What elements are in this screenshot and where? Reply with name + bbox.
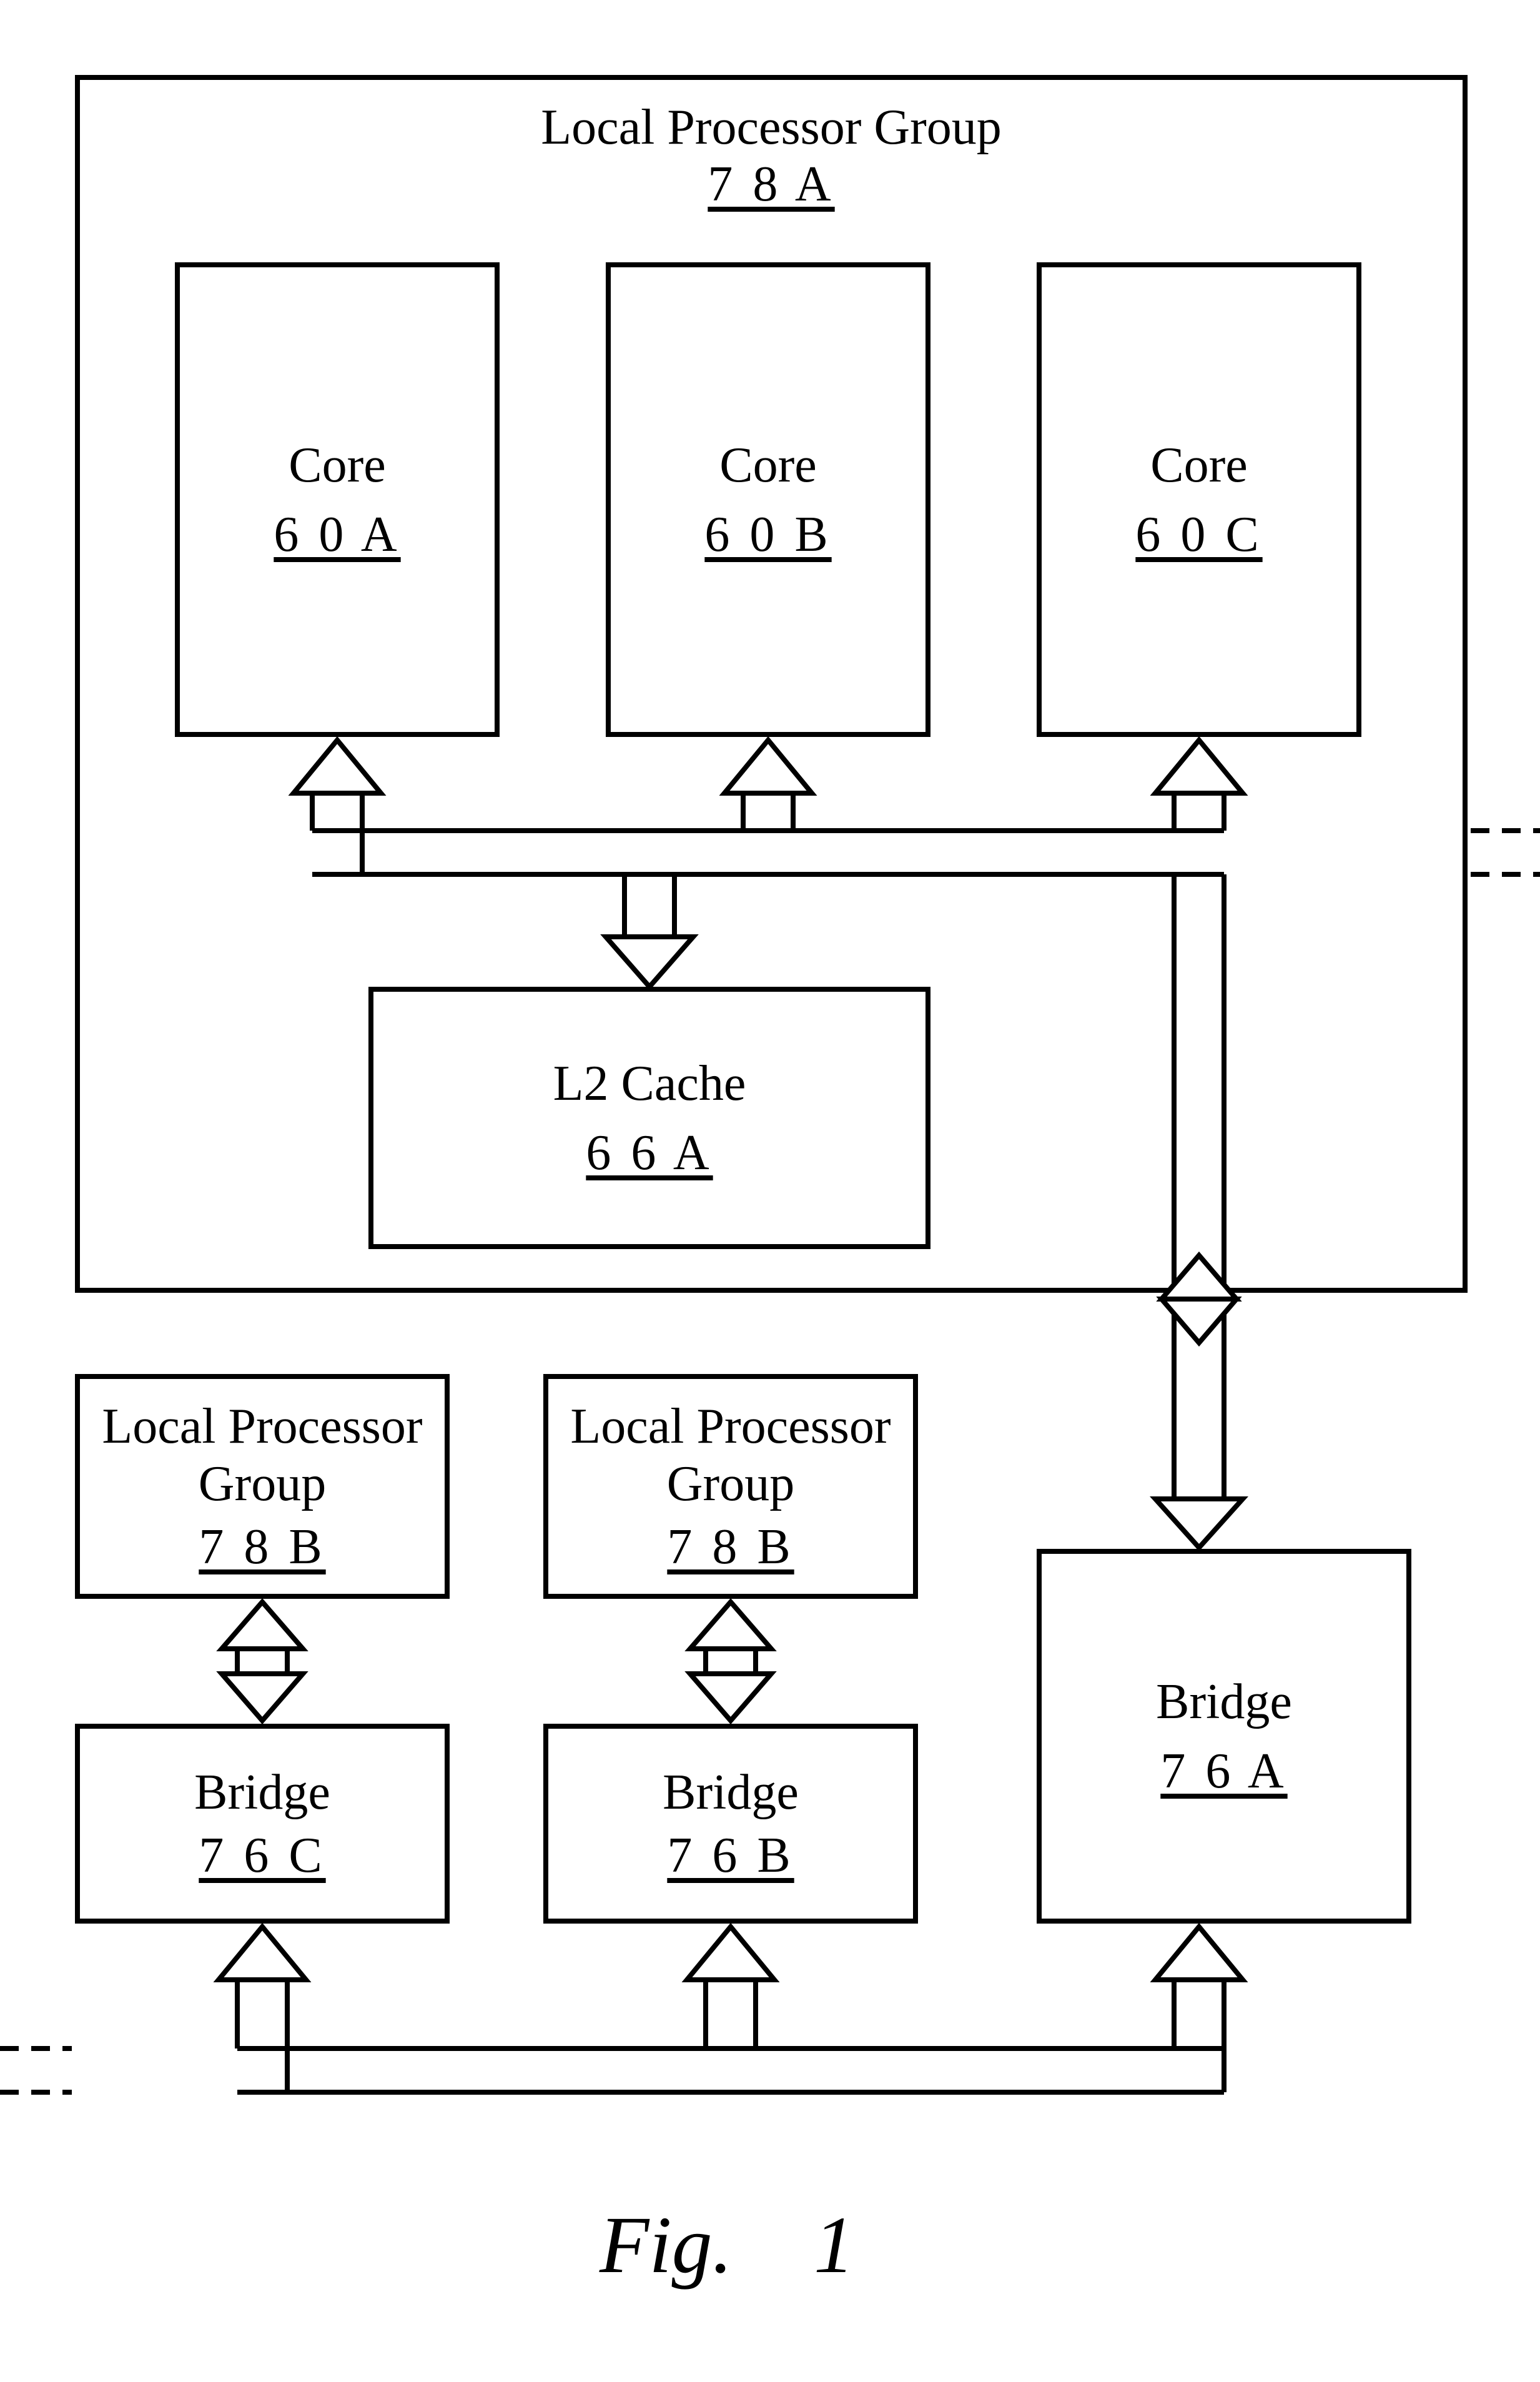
bridge-76c-title: Bridge — [194, 1764, 330, 1821]
group-78a-ref: 7 8 A — [80, 156, 1463, 213]
group-78b-left-ref: 7 8 B — [199, 1519, 325, 1576]
group-78b-mid: Local Processor Group 7 8 B — [543, 1374, 918, 1599]
figure-caption: Fig. 1 — [600, 2198, 854, 2292]
group-78a-title: Local Processor Group — [80, 99, 1463, 156]
bridge-76c: Bridge 7 6 C — [75, 1724, 450, 1924]
l2-cache: L2 Cache 6 6 A — [368, 987, 930, 1249]
group-78b-mid-title1: Local Processor — [570, 1398, 891, 1455]
group-78b-mid-title2: Group — [667, 1455, 794, 1513]
bridge-76b-ref: 7 6 B — [667, 1827, 794, 1884]
l2-cache-ref: 6 6 A — [586, 1125, 713, 1182]
core-60c-ref: 6 0 C — [1135, 507, 1262, 563]
bridge-76a-ref: 7 6 A — [1160, 1743, 1287, 1800]
bridge-76a-title: Bridge — [1156, 1673, 1292, 1731]
figure-number: 1 — [814, 2200, 854, 2290]
core-60b: Core 6 0 B — [606, 262, 930, 737]
core-60a: Core 6 0 A — [175, 262, 500, 737]
group-78b-left-title2: Group — [199, 1455, 326, 1513]
group-78b-left: Local Processor Group 7 8 B — [75, 1374, 450, 1599]
core-60a-title: Core — [289, 437, 386, 494]
core-60b-ref: 6 0 B — [704, 507, 831, 563]
group-78b-left-title1: Local Processor — [102, 1398, 422, 1455]
core-60b-title: Core — [719, 437, 817, 494]
bridge-76b: Bridge 7 6 B — [543, 1724, 918, 1924]
core-60c: Core 6 0 C — [1037, 262, 1361, 737]
figure-label: Fig. — [600, 2200, 733, 2290]
l2-cache-title: L2 Cache — [553, 1055, 746, 1112]
core-60a-ref: 6 0 A — [274, 507, 400, 563]
bridge-76c-ref: 7 6 C — [199, 1827, 325, 1884]
bridge-76b-title: Bridge — [663, 1764, 799, 1821]
bridge-76a: Bridge 7 6 A — [1037, 1549, 1411, 1924]
group-78b-mid-ref: 7 8 B — [667, 1519, 794, 1576]
core-60c-title: Core — [1150, 437, 1248, 494]
